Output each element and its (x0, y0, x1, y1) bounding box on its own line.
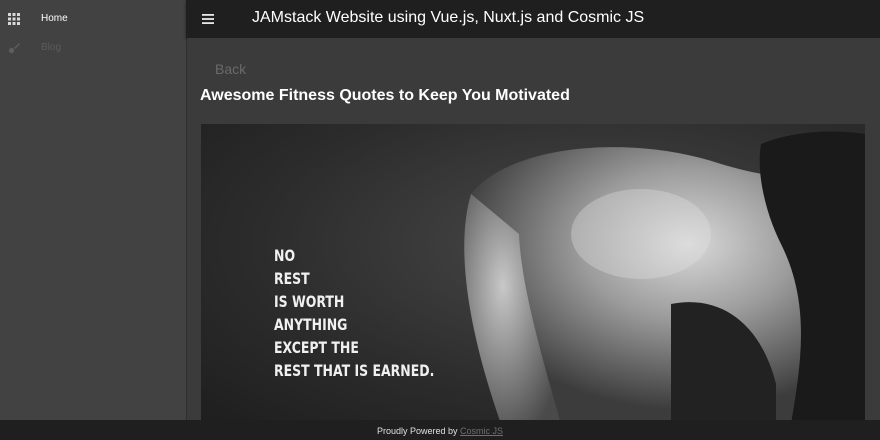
sidebar-item-label: Home (41, 12, 68, 24)
app-toolbar: JAMstack Website using Vue.js, Nuxt.js a… (186, 0, 880, 38)
quote-line: ANYTHING (274, 315, 348, 334)
apps-grid-icon (8, 12, 20, 25)
quote-line: EXCEPT THE (274, 338, 359, 357)
toolbar-title: JAMstack Website using Vue.js, Nuxt.js a… (252, 9, 645, 26)
image-quote: NO REST IS WORTH ANYTHING EXCEPT THE RES… (274, 244, 434, 382)
cosmic-js-link[interactable]: Cosmic JS (460, 426, 503, 436)
quote-line: IS WORTH (274, 292, 345, 311)
footer-text: Proudly Powered by (376, 426, 461, 436)
footer: Proudly Powered by Cosmic JS (0, 420, 880, 440)
app-root: Home Blog JAMstack Website using Vue.js,… (0, 0, 880, 440)
sidebar-item-home[interactable]: Home (0, 7, 186, 29)
quote-line: REST (274, 269, 310, 288)
quote-line: REST THAT IS EARNED. (274, 361, 435, 380)
post-hero-image: NO REST IS WORTH ANYTHING EXCEPT THE RES… (201, 124, 865, 420)
sidebar: Home Blog (0, 0, 187, 420)
quote-line: NO (274, 246, 296, 265)
sidebar-item-blog[interactable]: Blog (0, 36, 186, 58)
brush-icon (8, 41, 20, 54)
main-content: Back Awesome Fitness Quotes to Keep You … (187, 38, 880, 420)
menu-icon[interactable] (200, 11, 216, 27)
back-button[interactable]: Back (203, 58, 265, 80)
post-title: Awesome Fitness Quotes to Keep You Motiv… (200, 87, 570, 104)
sidebar-item-label: Blog (41, 41, 62, 53)
